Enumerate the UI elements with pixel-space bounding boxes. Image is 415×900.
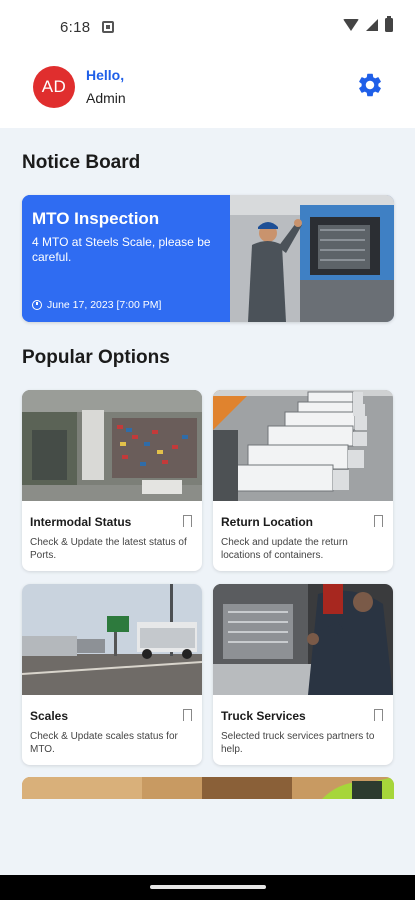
port-aerial-image xyxy=(22,390,202,501)
notice-card[interactable]: MTO Inspection 4 MTO at Steels Scale, pl… xyxy=(22,195,394,322)
option-card-peek[interactable] xyxy=(22,777,394,799)
option-card-return-location[interactable]: Return Location Check and update the ret… xyxy=(213,390,393,571)
bookmark-icon[interactable] xyxy=(374,515,383,528)
trucks-lot-image xyxy=(213,390,393,501)
popular-options-title: Popular Options xyxy=(22,347,170,368)
option-title: Return Location xyxy=(221,515,313,529)
truck-mechanic-image xyxy=(213,584,393,695)
notice-heading: MTO Inspection xyxy=(32,209,160,228)
user-name: Admin xyxy=(86,90,126,106)
home-gesture-handle[interactable] xyxy=(150,885,266,889)
status-indicators xyxy=(343,16,393,32)
notice-text-panel: MTO Inspection 4 MTO at Steels Scale, pl… xyxy=(22,195,230,322)
gear-icon[interactable] xyxy=(356,71,384,99)
notice-board-title: Notice Board xyxy=(22,152,141,173)
clock-icon xyxy=(32,300,42,310)
peek-card-image xyxy=(22,777,394,799)
mechanic-image xyxy=(230,195,394,322)
option-description: Check & Update the latest status of Port… xyxy=(30,537,187,561)
option-card-intermodal-status[interactable]: Intermodal Status Check & Update the lat… xyxy=(22,390,202,571)
system-nav-bar xyxy=(0,875,415,900)
status-time: 6:18 xyxy=(60,19,91,36)
option-description: Check & Update scales status for MTO. xyxy=(30,731,178,755)
option-description: Selected truck services partners to help… xyxy=(221,731,375,755)
option-description: Check and update the return locations of… xyxy=(221,537,348,561)
option-title: Truck Services xyxy=(221,709,306,723)
bookmark-icon[interactable] xyxy=(374,709,383,722)
notice-body: 4 MTO at Steels Scale, please be careful… xyxy=(32,235,211,264)
option-card-scales[interactable]: Scales Check & Update scales status for … xyxy=(22,584,202,765)
highway-scales-image xyxy=(22,584,202,695)
greeting-text: Hello, xyxy=(86,67,125,83)
avatar[interactable]: AD xyxy=(33,66,75,108)
notification-icon xyxy=(102,21,114,33)
option-card-truck-services[interactable]: Truck Services Selected truck services p… xyxy=(213,584,393,765)
option-title: Intermodal Status xyxy=(30,515,132,529)
notice-date-row: June 17, 2023 [7:00 PM] xyxy=(32,299,161,311)
wifi-icon xyxy=(343,19,359,31)
status-bar: 6:18 xyxy=(0,0,415,56)
signal-icon xyxy=(366,19,378,31)
bookmark-icon[interactable] xyxy=(183,709,192,722)
option-title: Scales xyxy=(30,709,69,723)
notice-date: June 17, 2023 [7:00 PM] xyxy=(47,299,162,311)
battery-icon xyxy=(385,16,393,32)
bookmark-icon[interactable] xyxy=(183,515,192,528)
app-header: AD Hello, Admin xyxy=(0,56,415,128)
